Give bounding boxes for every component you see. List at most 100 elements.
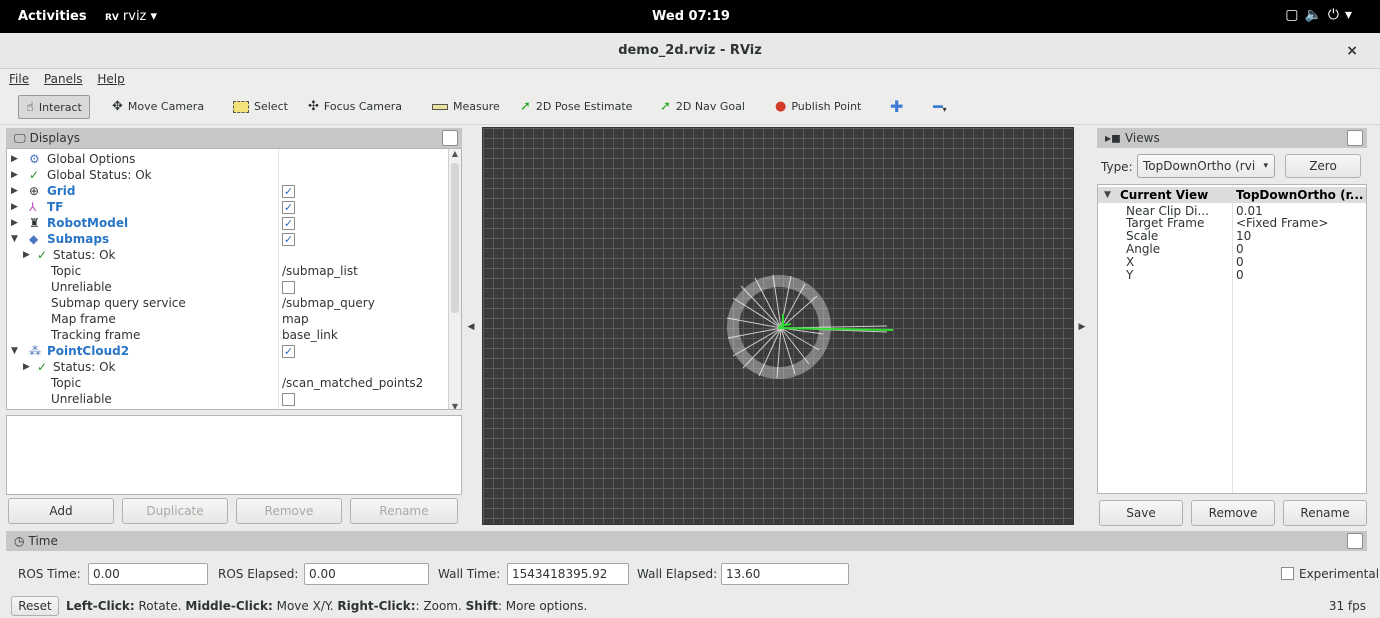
tree-row-tf[interactable]: ▶ ⅄ TF ✓ — [7, 199, 447, 215]
remove-display-button[interactable]: Remove — [236, 498, 342, 524]
add-tool-button[interactable]: ✚ — [890, 95, 903, 119]
window-icon: ▢ — [1285, 7, 1305, 23]
diamond-icon: ◆ — [29, 232, 39, 246]
clock-icon: ◷ — [14, 534, 25, 548]
pose-estimate-tool-button[interactable]: ➚ 2D Pose Estimate — [520, 95, 632, 119]
tree-row-pc-unreliable[interactable]: Unreliable — [7, 391, 447, 407]
ros-elapsed-field[interactable]: 0.00 — [304, 563, 429, 585]
wall-elapsed-field[interactable]: 13.60 — [721, 563, 849, 585]
tree-row-pc-topic[interactable]: Topic /scan_matched_points2 — [7, 375, 447, 391]
grid-enabled-checkbox[interactable]: ✓ — [282, 185, 295, 198]
robotmodel-enabled-checkbox[interactable]: ✓ — [282, 217, 295, 230]
view-prop-y[interactable]: Y 0 — [1098, 267, 1366, 283]
tree-row-unreliable[interactable]: Unreliable — [7, 279, 447, 295]
right-panel-collapse-handle[interactable]: ▶ — [1078, 128, 1086, 526]
expand-arrow-icon[interactable]: ▶ — [11, 151, 18, 167]
chevron-down-icon: ▾ — [942, 105, 947, 114]
chevron-right-icon: ▶ — [1078, 322, 1086, 332]
check-icon: ✓ — [29, 168, 40, 182]
scrollbar-thumb[interactable] — [451, 163, 459, 313]
system-tray[interactable]: ▢🔈⏻▾ — [1285, 7, 1358, 23]
select-tool-button[interactable]: Select — [233, 95, 288, 119]
collapse-arrow-icon[interactable]: ▼ — [11, 343, 18, 359]
tree-row-tracking-frame[interactable]: Tracking frame base_link — [7, 327, 447, 343]
duplicate-display-button[interactable]: Duplicate — [122, 498, 228, 524]
zero-view-button[interactable]: Zero — [1285, 154, 1361, 178]
tree-row-topic[interactable]: Topic /submap_list — [7, 263, 447, 279]
left-panel-collapse-handle[interactable]: ◀ — [467, 128, 475, 526]
minus-icon: ━ — [933, 97, 943, 116]
clock[interactable]: Wed 07:19 — [652, 9, 730, 24]
menu-help[interactable]: Help — [97, 69, 124, 89]
move-camera-tool-button[interactable]: ✥ Move Camera — [112, 95, 204, 119]
expand-arrow-icon[interactable]: ▶ — [11, 215, 18, 231]
panel-close-checkbox[interactable] — [1347, 533, 1363, 549]
activities-button[interactable]: Activities — [18, 9, 87, 24]
expand-arrow-icon[interactable]: ▶ — [23, 359, 30, 375]
publish-point-tool-button[interactable]: ● Publish Point — [775, 95, 861, 119]
submaps-enabled-checkbox[interactable]: ✓ — [282, 233, 295, 246]
rviz-app-icon: RV — [105, 13, 119, 23]
unreliable-checkbox[interactable] — [282, 281, 295, 294]
tree-row-submaps[interactable]: ▼ ◆ Submaps ✓ — [7, 231, 447, 247]
tree-row-submap-service[interactable]: Submap query service /submap_query — [7, 295, 447, 311]
collapse-arrow-icon[interactable]: ▼ — [1104, 187, 1111, 203]
tree-row-map-frame[interactable]: Map frame map — [7, 311, 447, 327]
scroll-up-icon[interactable]: ▲ — [449, 149, 461, 158]
gear-icon: ⚙ — [29, 152, 40, 166]
view-type-select[interactable]: TopDownOrtho (rvi ▾ — [1137, 154, 1275, 178]
wall-time-label: Wall Time: — [438, 567, 501, 581]
menu-bar: File Panels Help — [0, 69, 1380, 89]
render-viewport[interactable] — [482, 127, 1074, 525]
ros-time-label: ROS Time: — [18, 567, 81, 581]
description-box — [6, 415, 462, 495]
panel-close-checkbox[interactable] — [442, 130, 458, 146]
measure-tool-button[interactable]: Measure — [432, 95, 500, 119]
ros-elapsed-label: ROS Elapsed: — [218, 567, 299, 581]
laser-scan-visualization — [726, 274, 894, 379]
system-top-bar: Activities RV rviz ▾ Wed 07:19 ▢🔈⏻▾ — [0, 0, 1380, 33]
pointcloud-enabled-checkbox[interactable]: ✓ — [282, 345, 295, 358]
rename-view-button[interactable]: Rename — [1283, 500, 1367, 526]
experimental-checkbox[interactable] — [1281, 567, 1294, 580]
tree-row-global-options[interactable]: ▶ ⚙ Global Options — [7, 151, 447, 167]
displays-scrollbar[interactable]: ▲ ▼ — [448, 149, 461, 409]
expand-arrow-icon[interactable]: ▶ — [11, 199, 18, 215]
chevron-left-icon: ◀ — [467, 322, 475, 332]
close-icon[interactable]: × — [1346, 43, 1358, 59]
menu-file[interactable]: File — [9, 69, 29, 89]
app-menu[interactable]: RV rviz ▾ — [105, 9, 157, 24]
green-arrow-icon: ➚ — [520, 99, 531, 114]
tree-row-grid[interactable]: ▶ ⊕ Grid ✓ — [7, 183, 447, 199]
panel-close-checkbox[interactable] — [1347, 130, 1363, 146]
views-tree: ▼ Current View TopDownOrtho (r... Near C… — [1097, 184, 1367, 494]
current-view-row[interactable]: ▼ Current View TopDownOrtho (r... — [1098, 187, 1366, 203]
expand-arrow-icon[interactable]: ▶ — [23, 247, 30, 263]
interact-tool-button[interactable]: ☝ Interact — [18, 95, 90, 119]
experimental-label: Experimental — [1299, 567, 1380, 581]
tree-row-pointcloud2[interactable]: ▼ ⁂ PointCloud2 ✓ — [7, 343, 447, 359]
scroll-down-icon[interactable]: ▼ — [449, 402, 461, 409]
save-view-button[interactable]: Save — [1099, 500, 1183, 526]
focus-camera-icon: ✣ — [308, 99, 319, 114]
nav-goal-tool-button[interactable]: ➚ 2D Nav Goal — [660, 95, 745, 119]
add-display-button[interactable]: Add — [8, 498, 114, 524]
menu-panels[interactable]: Panels — [44, 69, 83, 89]
pc-unreliable-checkbox[interactable] — [282, 393, 295, 406]
focus-camera-tool-button[interactable]: ✣ Focus Camera — [308, 95, 402, 119]
tf-enabled-checkbox[interactable]: ✓ — [282, 201, 295, 214]
ruler-icon — [432, 104, 448, 110]
tree-row-robotmodel[interactable]: ▶ ♜ RobotModel ✓ — [7, 215, 447, 231]
check-icon: ✓ — [37, 360, 48, 374]
caret-icon: ▾ — [1344, 7, 1358, 23]
wall-time-field[interactable]: 1543418395.92 — [507, 563, 629, 585]
expand-arrow-icon[interactable]: ▶ — [11, 183, 18, 199]
expand-arrow-icon[interactable]: ▶ — [11, 167, 18, 183]
remove-tool-button[interactable]: ━▾ — [933, 95, 947, 119]
map-pin-icon: ● — [775, 99, 787, 114]
rename-display-button[interactable]: Rename — [350, 498, 458, 524]
ros-time-field[interactable]: 0.00 — [88, 563, 208, 585]
reset-button[interactable]: Reset — [11, 596, 59, 616]
remove-view-button[interactable]: Remove — [1191, 500, 1275, 526]
collapse-arrow-icon[interactable]: ▼ — [11, 231, 18, 247]
